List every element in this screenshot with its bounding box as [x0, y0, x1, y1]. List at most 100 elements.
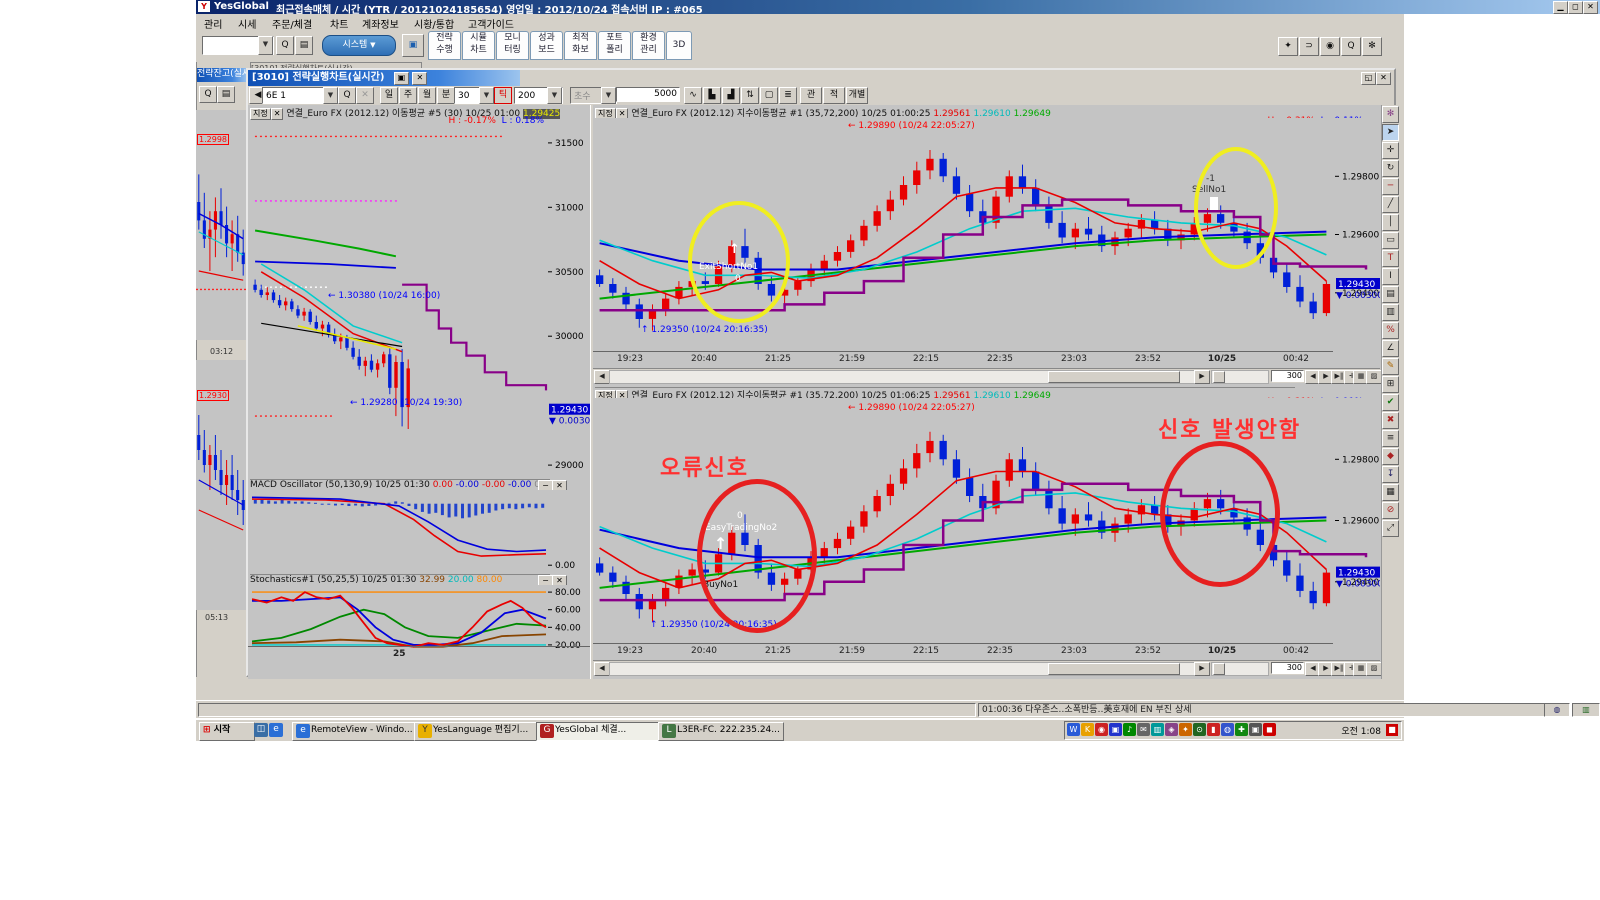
task-yesglobal[interactable]: GYesGlobal 체결...: [536, 722, 662, 741]
refresh-icon[interactable]: ↻: [1382, 160, 1399, 177]
settings-icon[interactable]: ✻: [1362, 37, 1382, 56]
tray-icon-14[interactable]: ◼: [1263, 723, 1276, 736]
channel-tool-icon[interactable]: ▥: [1382, 304, 1399, 321]
system-combo[interactable]: 시스템 ▼: [322, 35, 396, 56]
internet-explorer-icon[interactable]: e: [269, 723, 283, 737]
copy-window-button[interactable]: ▣: [402, 34, 424, 57]
macd-chart[interactable]: 0.00: [252, 490, 592, 572]
chart-window-restore-button[interactable]: ◱: [1361, 72, 1376, 85]
scroll-right-icon[interactable]: ▶: [1194, 662, 1210, 676]
tray-icon-4[interactable]: ♪: [1123, 723, 1136, 736]
background-tool-button[interactable]: ▤: [217, 86, 235, 103]
taskbar-clock[interactable]: 오전 1:08: [1341, 724, 1381, 737]
task-yeslanguage[interactable]: YYesLanguage 편집기...: [414, 722, 540, 741]
flower-tool-icon[interactable]: ✻: [1382, 106, 1399, 123]
diamond-tool-icon[interactable]: ◆: [1382, 448, 1399, 465]
tray-icon-1[interactable]: K: [1081, 723, 1094, 736]
tray-icon-9[interactable]: ⊙: [1193, 723, 1206, 736]
minimize-button[interactable]: ▁: [1553, 1, 1568, 14]
chevron-down-icon[interactable]: ▼: [479, 87, 494, 104]
angle-tool-icon[interactable]: ∠: [1382, 340, 1399, 357]
list-icon[interactable]: ≡: [1382, 430, 1399, 447]
crosshair-tool-icon[interactable]: ✛: [1382, 142, 1399, 159]
cursor-tool-icon[interactable]: I: [1382, 268, 1399, 285]
stoch-chart[interactable]: 80.0060.0040.0020.00: [252, 585, 592, 652]
toolbar-tab-portfolio[interactable]: 포트폴리: [598, 31, 632, 60]
close-button[interactable]: ✕: [1583, 1, 1598, 14]
symbol-combo[interactable]: 6E 1▼: [262, 87, 339, 104]
toolbar-tab-3d[interactable]: 3D: [666, 31, 693, 60]
scroll-left-icon[interactable]: ◀: [594, 370, 610, 384]
key-icon[interactable]: ⊃: [1299, 37, 1319, 56]
toolbar-tab-performance[interactable]: 성과보드: [530, 31, 564, 60]
chart-tool-icon[interactable]: ▟: [722, 87, 740, 104]
tick-count-combo[interactable]: 200▼: [514, 87, 563, 104]
window-pin-icon[interactable]: ▣: [394, 72, 409, 85]
grid-tool-icon[interactable]: ▤: [1382, 286, 1399, 303]
scroll-left-icon[interactable]: ◀: [594, 662, 610, 676]
tick-button[interactable]: 틱: [494, 87, 512, 104]
minute-button[interactable]: 분: [437, 87, 455, 104]
expand-icon[interactable]: ⤢: [1382, 520, 1399, 537]
bar-count-field[interactable]: 5000: [616, 87, 680, 102]
tray-icon-3[interactable]: ▣: [1109, 723, 1122, 736]
zoom-slider-thumb[interactable]: [1213, 371, 1225, 383]
symbol-search-button[interactable]: Q: [338, 87, 356, 104]
start-button[interactable]: ⊞ 시작: [199, 722, 255, 741]
layout-toggle-icon[interactable]: ▨: [1366, 370, 1382, 384]
zoom-slider-thumb[interactable]: [1213, 663, 1225, 675]
toolbar-tab-environment[interactable]: 환경관리: [632, 31, 666, 60]
window-tab-close-icon[interactable]: ✕: [412, 72, 427, 85]
list-button[interactable]: ▤: [295, 36, 313, 55]
vline-tool-icon[interactable]: │: [1382, 214, 1399, 231]
search-button[interactable]: Q: [276, 36, 294, 55]
chart-tool-icon[interactable]: ⇅: [741, 87, 759, 104]
task-l3er[interactable]: LL3ER-FC. 222.235.24...: [658, 722, 784, 741]
scroll-right-icon[interactable]: ▶: [1194, 370, 1210, 384]
symbol-quick-combo[interactable]: ▼: [202, 36, 274, 55]
panel-close-icon[interactable]: ✕: [271, 108, 284, 120]
rect-tool-icon[interactable]: ▭: [1382, 232, 1399, 249]
maximize-button[interactable]: ◻: [1568, 1, 1583, 14]
tray-icon-2[interactable]: ◉: [1095, 723, 1108, 736]
tray-icon-0[interactable]: W: [1067, 723, 1080, 736]
left-price-chart[interactable]: 31500310003050030000290001.29430▼ 0.0030…: [252, 130, 592, 478]
day-button[interactable]: 일: [380, 87, 398, 104]
delete-icon[interactable]: ✖: [1382, 412, 1399, 429]
lock-icon[interactable]: ◉: [1320, 37, 1340, 56]
symbol-clear-button[interactable]: ✕: [356, 87, 374, 104]
bar-count-box[interactable]: 300: [1271, 370, 1304, 382]
toolbar-tab-monitoring[interactable]: 모니터링: [496, 31, 530, 60]
chart-option-button[interactable]: 관: [800, 87, 822, 104]
scroll-thumb[interactable]: [1048, 663, 1180, 675]
download-icon[interactable]: ↧: [1382, 466, 1399, 483]
task-remoteview[interactable]: eRemoteView - Windo...: [292, 722, 418, 741]
pointer-tool-icon[interactable]: ➤: [1382, 124, 1399, 141]
disable-icon[interactable]: ⊘: [1382, 502, 1399, 519]
chart-tool-icon[interactable]: ∿: [684, 87, 702, 104]
panel-tag[interactable]: 지정: [250, 108, 271, 120]
chart-tool-icon[interactable]: ≣: [779, 87, 797, 104]
chart-tool-icon[interactable]: ▢: [760, 87, 778, 104]
tray-icon-12[interactable]: ✚: [1235, 723, 1248, 736]
tray-icon-6[interactable]: ▥: [1151, 723, 1164, 736]
chart-window-close-button[interactable]: ✕: [1376, 72, 1391, 85]
layout-toggle-icon[interactable]: ▨: [1366, 662, 1382, 676]
trendline-tool-icon[interactable]: ╱: [1382, 196, 1399, 213]
tray-icon-11[interactable]: ◍: [1221, 723, 1234, 736]
search-icon[interactable]: Q: [1341, 37, 1361, 56]
status-news-ticker[interactable]: 01:00:36 다우존스‥소폭반등‥美호재에 EN 부진 상세: [978, 703, 1545, 717]
background-search-button[interactable]: Q: [199, 86, 217, 103]
month-button[interactable]: 월: [418, 87, 436, 104]
table-icon[interactable]: ▦: [1382, 484, 1399, 501]
interval-combo[interactable]: 30▼: [454, 87, 495, 104]
chevron-down-icon[interactable]: ▼: [323, 87, 338, 104]
chart-option-button[interactable]: 개별: [846, 87, 868, 104]
tray-icon-8[interactable]: ✦: [1179, 723, 1192, 736]
percent-tool-icon[interactable]: %: [1382, 322, 1399, 339]
seconds-combo[interactable]: 초수▼: [570, 87, 617, 104]
tray-alert-icon[interactable]: ■: [1386, 724, 1398, 736]
add-window-icon[interactable]: ⊞: [1382, 376, 1399, 393]
star-icon[interactable]: ✦: [1278, 37, 1298, 56]
week-button[interactable]: 주: [399, 87, 417, 104]
